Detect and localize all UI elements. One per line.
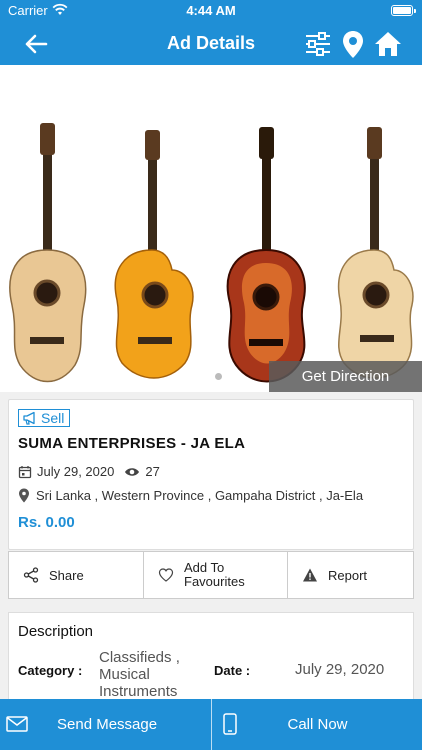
warning-icon	[303, 568, 317, 582]
ad-date: July 29, 2020	[37, 464, 115, 479]
send-message-label: Send Message	[57, 716, 158, 733]
battery-icon	[391, 5, 416, 16]
sell-badge: Sell	[18, 409, 71, 427]
clock: 4:44 AM	[186, 3, 236, 18]
description-section: Description Category : Classifieds , Mus…	[8, 612, 414, 712]
eye-icon	[125, 467, 140, 476]
share-button[interactable]: Share	[9, 552, 144, 598]
date-label: Date :	[214, 663, 251, 678]
get-direction-button[interactable]: Get Direction	[269, 361, 422, 392]
description-title: Description	[18, 623, 94, 640]
ad-image-carousel[interactable]	[0, 65, 422, 392]
megaphone-icon	[23, 411, 35, 425]
category-label: Category :	[18, 663, 83, 678]
bottom-action-bar: Send Message Call Now	[0, 699, 422, 750]
share-label: Share	[49, 567, 84, 583]
carousel-page-dot[interactable]	[215, 373, 222, 380]
calendar-icon	[18, 465, 32, 478]
ad-price: Rs. 0.00	[18, 514, 75, 531]
location-text: Sri Lanka , Western Province , Gampaha D…	[36, 488, 364, 503]
report-label: Report	[328, 567, 368, 583]
share-icon	[23, 567, 39, 583]
category-value: Classifieds , Musical Instruments	[99, 649, 180, 700]
ad-location: Sri Lanka , Western Province , Gampaha D…	[18, 488, 363, 503]
ad-actions-bar: Share Add To Favourites Report	[8, 551, 414, 599]
filter-icon[interactable]	[303, 29, 333, 59]
location-marker-icon	[19, 488, 29, 503]
call-now-button[interactable]: Call Now	[212, 699, 422, 750]
home-icon[interactable]	[373, 29, 403, 59]
envelope-icon	[6, 716, 28, 732]
ad-info-card: Sell SUMA ENTERPRISES - JA ELA July 29, …	[8, 399, 414, 550]
heart-icon	[158, 568, 174, 582]
guitars-image	[9, 123, 414, 383]
add-to-favourites-button[interactable]: Add To Favourites	[144, 552, 288, 598]
status-bar: Carrier 4:44 AM	[0, 0, 422, 22]
call-now-label: Call Now	[287, 716, 348, 733]
ad-title: SUMA ENTERPRISES - JA ELA	[18, 435, 246, 452]
nav-bar: Ad Details	[0, 22, 422, 65]
sell-badge-label: Sell	[41, 410, 65, 426]
favourites-label: Add To Favourites	[184, 560, 245, 589]
ad-views: 27	[124, 464, 160, 479]
date-value: July 29, 2020	[295, 661, 385, 678]
phone-icon	[222, 713, 237, 735]
location-pin-icon[interactable]	[338, 29, 368, 59]
send-message-button[interactable]: Send Message	[0, 699, 212, 750]
ad-meta: July 29, 2020 27	[18, 464, 160, 479]
report-button[interactable]: Report	[288, 552, 413, 598]
view-count: 27	[145, 464, 160, 479]
